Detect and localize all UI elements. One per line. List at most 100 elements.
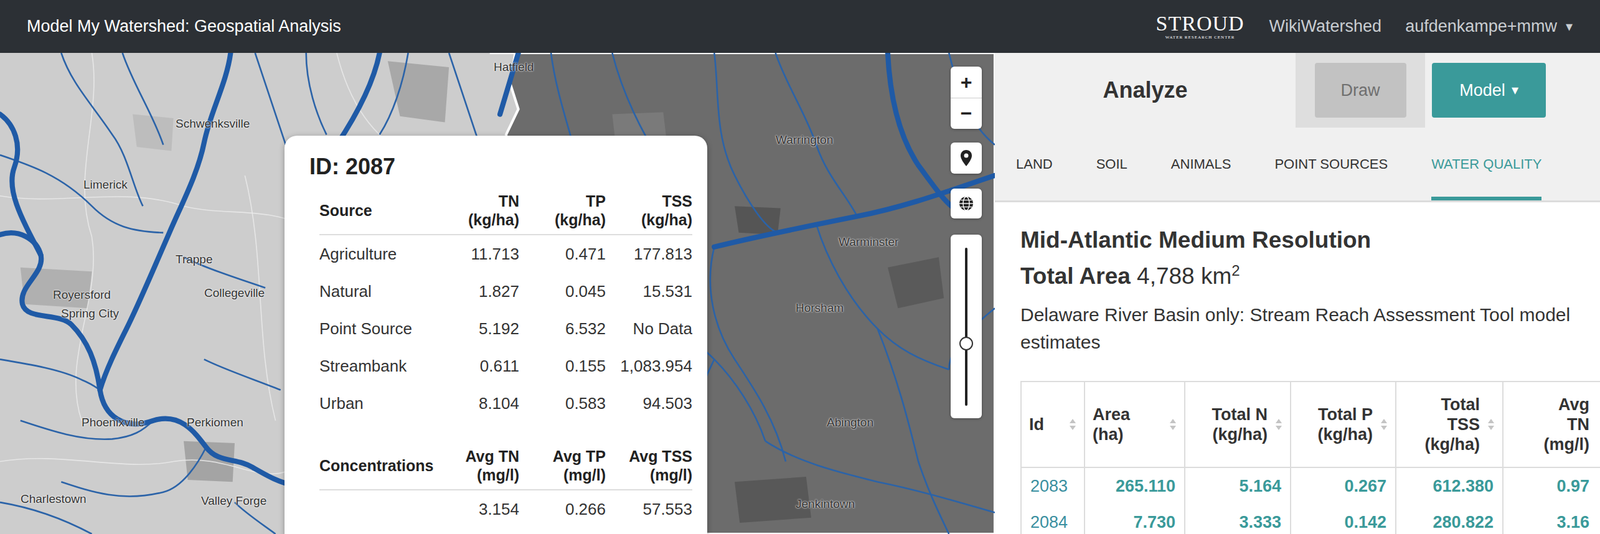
column-header[interactable]: AvgTN(mg/l) (1502, 381, 1600, 468)
zoom-in-button[interactable]: + (950, 66, 982, 98)
place-label: Warminster (838, 235, 899, 250)
popup-source: Agriculture (319, 235, 446, 273)
place-label: Warrington (775, 133, 833, 147)
table-row[interactable]: 2083265.1105.1640.267612.3800.97 (1021, 467, 1600, 505)
concentration-value: 57.553 (605, 490, 693, 528)
column-header[interactable]: TotalTSS(kg/ha) (1395, 381, 1503, 468)
sort-icon (1275, 417, 1283, 432)
column-header[interactable]: Total N(kg/ha) (1184, 381, 1291, 468)
table-cell: 612.380 (1395, 467, 1503, 505)
main: HatfieldSchwenksvilleLimerickTrappeRoyer… (0, 52, 1600, 534)
user-menu[interactable]: aufdenkampe+mmw ▾ (1405, 16, 1573, 37)
zoom-out-button[interactable]: − (950, 97, 982, 129)
popup-value: 5.192 (445, 310, 520, 348)
results-table: Id Area(ha) Total N(kg/ha) Total P(kg/ha… (1020, 381, 1600, 534)
tab-bar: LAND SOIL ANIMALS POINT SOURCES WATER QUALIT… (994, 127, 1600, 203)
table-cell: 7.730 (1084, 504, 1185, 534)
place-label: Horsham (795, 301, 844, 316)
tab[interactable]: POINT SOURCES (1274, 127, 1388, 201)
table-container: Id Area(ha) Total N(kg/ha) Total P(kg/ha… (1020, 381, 1600, 534)
place-label: Charlestown (20, 492, 87, 507)
popup-column-header: TSS(kg/ha) (605, 186, 693, 236)
results-heading: Mid-Atlantic Medium Resolution (1020, 224, 1600, 256)
tab[interactable]: ANIMALS (1171, 127, 1232, 201)
place-label: Royersford (52, 288, 111, 302)
popup-value: No Data (605, 310, 693, 348)
popup-value: 0.583 (519, 384, 606, 423)
sort-icon (1380, 417, 1388, 432)
tab[interactable]: WATER QUALITY (1431, 127, 1542, 201)
popup-source: Streambank (319, 347, 446, 385)
stroud-logo[interactable]: STROUD WATER RESEARCH CENTER (1156, 13, 1245, 40)
map[interactable]: HatfieldSchwenksvilleLimerickTrappeRoyer… (0, 52, 995, 534)
draw-button[interactable]: Draw (1314, 62, 1407, 118)
popup-value: 8.104 (445, 384, 520, 423)
row-id-link[interactable]: 2083 (1021, 467, 1085, 505)
place-label: Spring City (61, 306, 119, 321)
popup-value: 1.827 (445, 272, 520, 311)
table-cell: 0.142 (1290, 504, 1396, 534)
popup-value: 177.813 (605, 235, 693, 273)
table-cell: 0.267 (1290, 467, 1396, 505)
row-id-link[interactable]: 2084 (1021, 504, 1085, 534)
tab[interactable]: SOIL (1096, 127, 1128, 201)
app-title: Model My Watershed: Geospatial Analysis (26, 16, 1157, 37)
concentration-header: Avg TN(mg/l) (445, 422, 520, 491)
sort-icon (1068, 417, 1077, 432)
place-label: Valley Forge (201, 494, 267, 509)
app: Model My Watershed: Geospatial Analysis … (0, 0, 1600, 534)
table-cell: 5.164 (1184, 467, 1291, 505)
popup-column-header: Source (319, 186, 446, 236)
basemap-button[interactable] (950, 188, 982, 219)
popup-column-header: TN(kg/ha) (445, 186, 520, 236)
column-header[interactable]: Total P(kg/ha) (1290, 381, 1396, 468)
total-area: Total Area 4,788 km2 (1020, 255, 1600, 292)
place-label: Phoenixville (81, 415, 145, 430)
sort-icon (1487, 417, 1495, 432)
popup-value: 94.503 (605, 384, 693, 423)
table-row[interactable]: 20847.7303.3330.142280.8223.16 (1021, 504, 1600, 534)
popup-value: 1,083.954 (605, 347, 693, 385)
popup-value: 15.531 (605, 272, 693, 311)
popup-source: Natural (319, 272, 446, 311)
panel-title: Analyze (994, 52, 1296, 128)
popup-empty-cell (319, 490, 446, 528)
popup-source: Point Source (319, 310, 446, 348)
zoom-slider[interactable] (950, 234, 982, 419)
table-cell: 3.16 (1502, 504, 1600, 534)
concentration-value: 0.266 (519, 490, 606, 528)
concentration-header: Concentrations (319, 422, 446, 491)
zoom-controls: + − (950, 66, 982, 129)
tab[interactable]: LAND (1016, 127, 1053, 201)
button-cell: Model▾ (1425, 52, 1600, 128)
model-button[interactable]: Model▾ (1431, 62, 1546, 118)
popup-value: 0.611 (445, 347, 520, 385)
table-cell: 280.822 (1395, 504, 1503, 534)
popup-value: 0.155 (519, 347, 606, 385)
place-label: Schwenksville (175, 117, 250, 131)
slider-thumb[interactable] (959, 336, 974, 351)
popup-value: 11.713 (445, 235, 520, 273)
popup-source: Urban (319, 384, 446, 423)
column-header[interactable]: Id (1021, 381, 1085, 468)
place-label: Abington (826, 415, 874, 430)
popup-title: ID: 2087 (309, 153, 693, 181)
header-link[interactable]: WikiWatershed (1269, 16, 1383, 37)
place-label: Perkiomen (186, 415, 244, 430)
popup-table: SourceTN(kg/ha)TP(kg/ha)TSS(kg/ha) Agric… (319, 186, 693, 528)
locate-button[interactable] (950, 142, 982, 174)
panel-header: Analyze Draw Model▾ (994, 52, 1600, 128)
results: Mid-Atlantic Medium Resolution Total Are… (994, 202, 1600, 534)
table-cell: 3.333 (1184, 504, 1291, 534)
column-header[interactable]: Area(ha) (1084, 381, 1185, 468)
slider-track (964, 247, 968, 406)
popup-column-header: TP(kg/ha) (519, 186, 606, 236)
popup-value: 0.045 (519, 272, 606, 311)
place-label: Jenkintown (795, 497, 855, 512)
sort-icon (1169, 417, 1177, 432)
concentration-value: 3.154 (445, 490, 520, 528)
table-cell: 0.97 (1502, 467, 1600, 505)
place-label: Hatfield (493, 60, 534, 75)
table-cell: 265.110 (1084, 467, 1185, 505)
popup-value: 0.471 (519, 235, 606, 273)
